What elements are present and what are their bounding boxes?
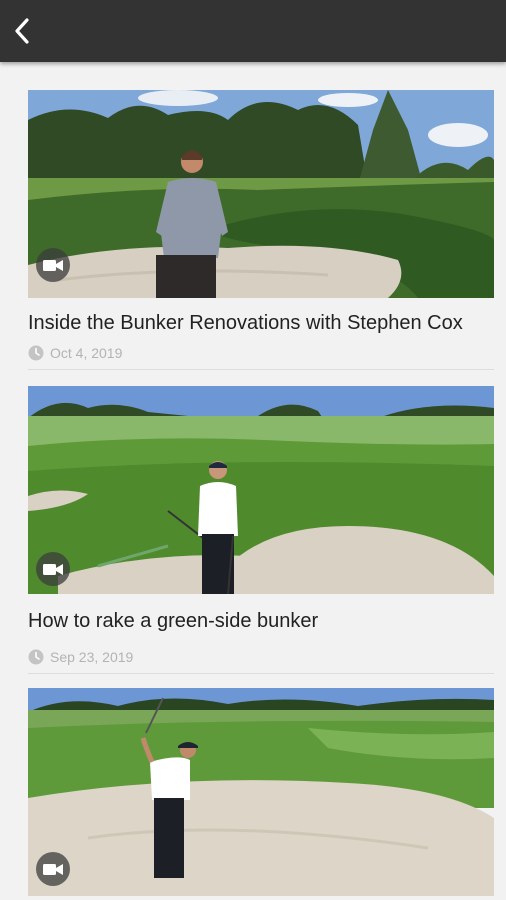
video-title[interactable]: Inside the Bunker Renovations with Steph… <box>28 311 494 336</box>
video-camera-icon <box>43 863 63 875</box>
clock-icon <box>28 345 44 361</box>
video-thumbnail[interactable] <box>28 688 494 896</box>
video-feed: Inside the Bunker Renovations with Steph… <box>28 90 494 896</box>
video-card[interactable]: How to rake a green-side bunker Sep 23, … <box>28 386 494 674</box>
video-card[interactable]: Inside the Bunker Renovations with Steph… <box>28 90 494 370</box>
video-badge <box>36 552 70 586</box>
thumbnail-image <box>28 90 494 298</box>
video-thumbnail[interactable] <box>28 90 494 298</box>
thumbnail-image <box>28 688 494 896</box>
app-header <box>0 0 506 62</box>
video-thumbnail[interactable] <box>28 386 494 594</box>
clock-icon <box>28 649 44 665</box>
video-date: Oct 4, 2019 <box>50 345 123 361</box>
card-divider <box>28 369 494 370</box>
video-card[interactable] <box>28 688 494 896</box>
video-title[interactable]: How to rake a green-side bunker <box>28 609 494 634</box>
video-date: Sep 23, 2019 <box>50 649 134 665</box>
video-camera-icon <box>43 259 63 271</box>
video-badge <box>36 248 70 282</box>
back-button[interactable] <box>6 14 38 48</box>
video-camera-icon <box>43 563 63 575</box>
chevron-left-icon <box>15 18 29 44</box>
card-divider <box>28 673 494 674</box>
video-meta: Sep 23, 2019 <box>28 647 494 667</box>
video-meta: Oct 4, 2019 <box>28 343 494 363</box>
thumbnail-image <box>28 386 494 594</box>
video-badge <box>36 852 70 886</box>
